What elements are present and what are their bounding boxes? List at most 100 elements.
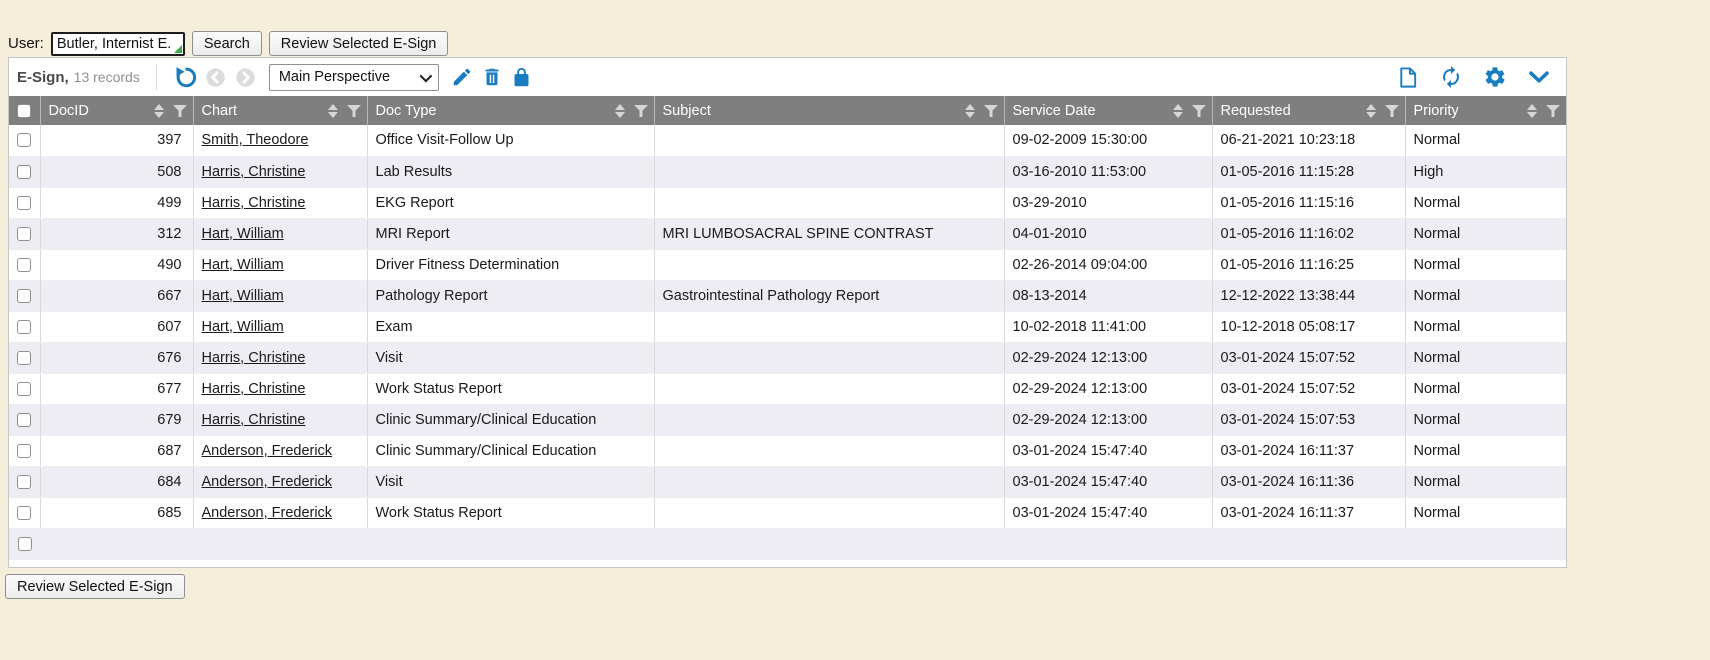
requested-cell: 01-05-2016 11:15:16	[1212, 187, 1405, 218]
row-checkbox[interactable]	[17, 320, 31, 334]
filter-icon[interactable]	[173, 105, 187, 117]
undo-icon	[174, 66, 197, 89]
service-date-cell: 02-26-2014 09:04:00	[1004, 249, 1212, 280]
chart-link[interactable]: Hart, William	[202, 319, 284, 335]
reset-button[interactable]	[173, 64, 199, 90]
row-checkbox[interactable]	[17, 506, 31, 520]
chart-link[interactable]: Harris, Christine	[202, 381, 306, 397]
refresh-button[interactable]	[1438, 64, 1464, 90]
row-select-cell	[9, 373, 40, 404]
row-checkbox[interactable]	[17, 227, 31, 241]
requested-cell: 01-05-2016 11:15:28	[1212, 156, 1405, 187]
delete-perspective-button[interactable]	[479, 64, 505, 90]
header-docid[interactable]: DocID	[40, 96, 193, 125]
header-doctype[interactable]: Doc Type	[367, 96, 654, 125]
row-checkbox[interactable]	[17, 444, 31, 458]
sort-icon[interactable]	[1527, 104, 1537, 118]
chart-link[interactable]: Harris, Christine	[202, 164, 306, 180]
sort-icon[interactable]	[965, 104, 975, 118]
service-date-cell: 02-29-2024 12:13:00	[1004, 404, 1212, 435]
doctype-cell: Clinic Summary/Clinical Education	[367, 404, 654, 435]
user-input[interactable]	[51, 32, 185, 56]
chart-link[interactable]: Anderson, Frederick	[202, 505, 333, 521]
docid-cell: 499	[40, 187, 193, 218]
table-row: 676Harris, ChristineVisit02-29-2024 12:1…	[9, 342, 1566, 373]
autocomplete-marker-icon	[174, 45, 182, 53]
chevron-right-circle-icon	[235, 67, 256, 88]
review-selected-esign-button-bottom[interactable]: Review Selected E-Sign	[5, 574, 185, 599]
sort-icon[interactable]	[328, 104, 338, 118]
header-requested[interactable]: Requested	[1212, 96, 1405, 125]
chart-link[interactable]: Harris, Christine	[202, 412, 306, 428]
user-label: User:	[8, 35, 44, 52]
header-chart[interactable]: Chart	[193, 96, 367, 125]
row-checkbox[interactable]	[17, 382, 31, 396]
chart-link[interactable]: Hart, William	[202, 288, 284, 304]
filter-icon[interactable]	[1192, 105, 1206, 117]
header-subject[interactable]: Subject	[654, 96, 1004, 125]
sort-icon[interactable]	[1366, 104, 1376, 118]
row-checkbox[interactable]	[17, 258, 31, 272]
priority-cell: Normal	[1405, 218, 1566, 249]
sort-icon[interactable]	[615, 104, 625, 118]
new-document-button[interactable]	[1394, 64, 1420, 90]
doctype-cell: EKG Report	[367, 187, 654, 218]
lock-perspective-button[interactable]	[509, 64, 535, 90]
requested-cell: 12-12-2022 13:38:44	[1212, 280, 1405, 311]
subject-cell: MRI LUMBOSACRAL SPINE CONTRAST	[654, 218, 1004, 249]
chart-cell: Harris, Christine	[193, 156, 367, 187]
perspective-select[interactable]: Main Perspective	[269, 64, 439, 91]
row-checkbox[interactable]	[17, 475, 31, 489]
priority-cell: Normal	[1405, 187, 1566, 218]
collapse-button[interactable]	[1526, 64, 1552, 90]
trailing-row-checkbox[interactable]	[18, 537, 32, 551]
filter-icon[interactable]	[347, 105, 361, 117]
settings-button[interactable]	[1482, 64, 1508, 90]
priority-cell: Normal	[1405, 311, 1566, 342]
header-priority[interactable]: Priority	[1405, 96, 1566, 125]
filter-icon[interactable]	[1385, 105, 1399, 117]
table-row: 677Harris, ChristineWork Status Report02…	[9, 373, 1566, 404]
requested-cell: 10-12-2018 05:08:17	[1212, 311, 1405, 342]
docid-cell: 679	[40, 404, 193, 435]
chart-link[interactable]: Hart, William	[202, 226, 284, 242]
filter-icon[interactable]	[984, 105, 998, 117]
filter-icon[interactable]	[634, 105, 648, 117]
previous-button[interactable]	[203, 64, 229, 90]
service-date-cell: 04-01-2010	[1004, 218, 1212, 249]
row-select-cell	[9, 404, 40, 435]
chart-link[interactable]: Harris, Christine	[202, 350, 306, 366]
row-checkbox[interactable]	[17, 196, 31, 210]
trailing-row	[9, 529, 1566, 560]
edit-perspective-button[interactable]	[449, 64, 475, 90]
row-checkbox[interactable]	[17, 413, 31, 427]
chart-link[interactable]: Anderson, Frederick	[202, 474, 333, 490]
doctype-cell: Lab Results	[367, 156, 654, 187]
table-header-row: DocID Chart Doc Type Subject	[9, 96, 1566, 125]
next-button[interactable]	[233, 64, 259, 90]
grid-toolbar: E-Sign, 13 records	[9, 58, 1566, 96]
select-all-checkbox[interactable]	[17, 104, 31, 118]
review-selected-esign-button-top[interactable]: Review Selected E-Sign	[269, 31, 449, 56]
chart-link[interactable]: Smith, Theodore	[202, 132, 309, 148]
table-row: 312Hart, WilliamMRI ReportMRI LUMBOSACRA…	[9, 218, 1566, 249]
sort-icon[interactable]	[154, 104, 164, 118]
chart-link[interactable]: Harris, Christine	[202, 195, 306, 211]
docid-cell: 312	[40, 218, 193, 249]
priority-cell: Normal	[1405, 404, 1566, 435]
chart-link[interactable]: Anderson, Frederick	[202, 443, 333, 459]
filter-icon[interactable]	[1546, 105, 1560, 117]
search-button[interactable]: Search	[192, 31, 262, 56]
doctype-cell: Work Status Report	[367, 497, 654, 528]
row-checkbox[interactable]	[17, 351, 31, 365]
row-checkbox[interactable]	[17, 165, 31, 179]
select-all-header	[9, 96, 40, 125]
priority-cell: Normal	[1405, 342, 1566, 373]
chart-link[interactable]: Hart, William	[202, 257, 284, 273]
header-label: Priority	[1414, 103, 1459, 119]
row-checkbox[interactable]	[17, 289, 31, 303]
header-service-date[interactable]: Service Date	[1004, 96, 1212, 125]
sort-icon[interactable]	[1173, 104, 1183, 118]
table-row: 490Hart, WilliamDriver Fitness Determina…	[9, 249, 1566, 280]
row-checkbox[interactable]	[17, 133, 31, 147]
